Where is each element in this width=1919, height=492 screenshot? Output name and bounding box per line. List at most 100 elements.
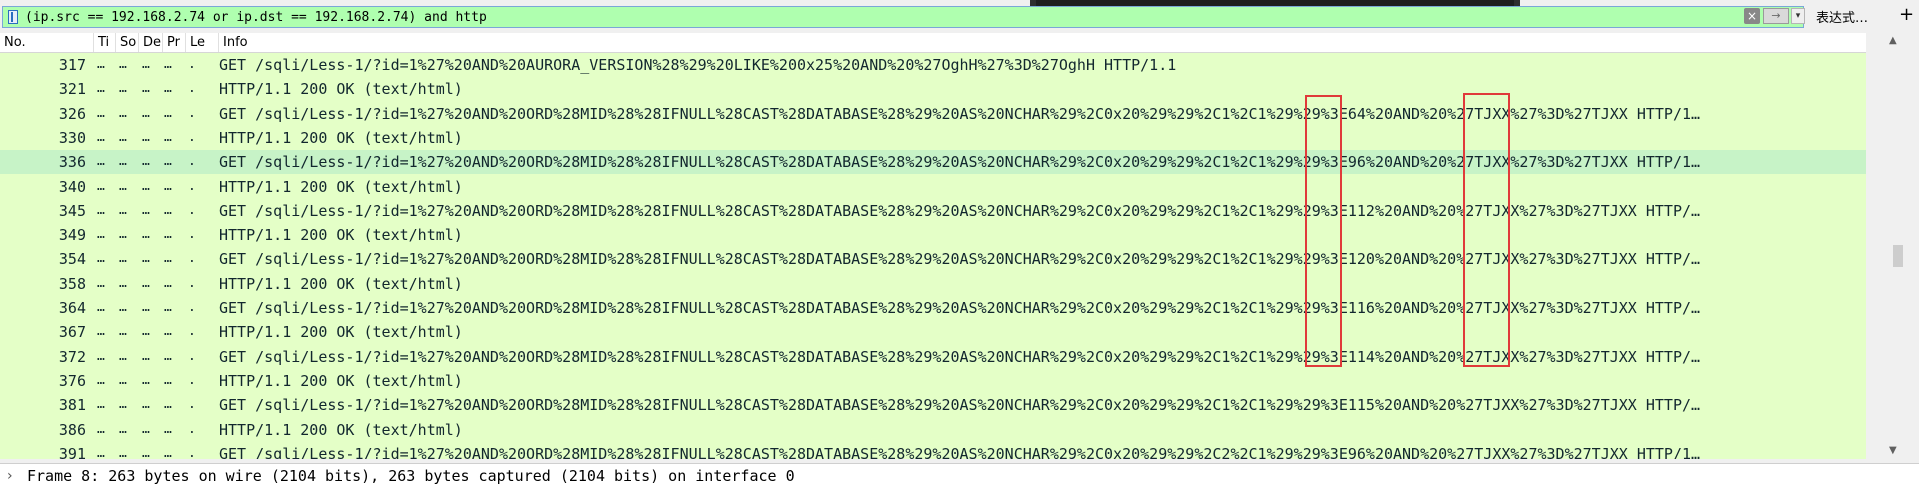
packet-row[interactable]: 354 … … … …. GET /sqli/Less-1/?id=1%27%20AND%…: [0, 247, 1866, 271]
truncated-cell: …: [97, 106, 105, 121]
truncated-cell: …: [164, 154, 172, 169]
packet-info: HTTP/1.1 200 OK (text/html): [219, 129, 463, 147]
truncated-cell: …: [119, 373, 127, 388]
packet-number: 386: [58, 421, 86, 439]
packet-info: GET /sqli/Less-1/?id=1%27%20AND%20ORD%28…: [219, 105, 1701, 123]
packet-row[interactable]: 372 … … … …. GET /sqli/Less-1/?id=1%27%20AND%…: [0, 345, 1866, 369]
packet-row[interactable]: 330 … … … …. HTTP/1.1 200 OK (text/html): [0, 126, 1866, 150]
truncated-cell: …: [97, 276, 105, 291]
packet-number: 321: [58, 80, 86, 98]
packet-row[interactable]: 381 … … … …. GET /sqli/Less-1/?id=1%27%20AND%…: [0, 393, 1866, 417]
truncated-cell: .: [188, 349, 196, 364]
truncated-cell: …: [142, 276, 150, 291]
expand-arrow-icon[interactable]: ›: [7, 468, 13, 484]
annotation-box-value: [1463, 93, 1510, 367]
packet-info: GET /sqli/Less-1/?id=1%27%20AND%20ORD%28…: [219, 153, 1701, 171]
packet-row[interactable]: 349 … … … …. HTTP/1.1 200 OK (text/html): [0, 223, 1866, 247]
packet-info: HTTP/1.1 200 OK (text/html): [219, 226, 463, 244]
add-filter-button[interactable]: +: [1899, 4, 1914, 25]
scroll-up-icon[interactable]: ▲: [1889, 35, 1897, 46]
truncated-cell: …: [119, 57, 127, 72]
packet-info: GET /sqli/Less-1/?id=1%27%20AND%20AURORA…: [219, 56, 1177, 74]
packet-row[interactable]: 317 … … … …. GET /sqli/Less-1/?id=1%27%20AND%…: [0, 53, 1866, 77]
truncated-cell: …: [142, 179, 150, 194]
packet-info: HTTP/1.1 200 OK (text/html): [219, 323, 463, 341]
packet-number: 364: [58, 299, 86, 317]
truncated-cell: …: [119, 154, 127, 169]
scrollbar-thumb[interactable]: [1893, 245, 1903, 267]
packet-info: HTTP/1.1 200 OK (text/html): [219, 372, 463, 390]
truncated-cell: …: [164, 130, 172, 145]
truncated-cell: …: [164, 397, 172, 412]
truncated-cell: …: [142, 130, 150, 145]
truncated-cell: …: [164, 251, 172, 266]
packet-info: HTTP/1.1 200 OK (text/html): [219, 178, 463, 196]
truncated-cell: …: [119, 397, 127, 412]
truncated-cell: …: [119, 106, 127, 121]
packet-row[interactable]: 367 … … … …. HTTP/1.1 200 OK (text/html): [0, 320, 1866, 344]
packet-row[interactable]: 364 … … … …. GET /sqli/Less-1/?id=1%27%20AND%…: [0, 296, 1866, 320]
display-filter-text[interactable]: (ip.src == 192.168.2.74 or ip.dst == 192…: [25, 9, 487, 26]
column-header-info[interactable]: Info: [219, 33, 1866, 52]
packet-list-scrollbar[interactable]: ▲ ▼: [1866, 33, 1919, 459]
truncated-cell: …: [164, 373, 172, 388]
truncated-cell: …: [164, 179, 172, 194]
packet-number: 317: [58, 56, 86, 74]
packet-row[interactable]: 391 … … … …. GET /sqli/Less-1/?id=1%27%20AND%…: [0, 442, 1866, 459]
truncated-cell: .: [188, 81, 196, 96]
truncated-cell: …: [142, 154, 150, 169]
packet-info: GET /sqli/Less-1/?id=1%27%20AND%20ORD%28…: [219, 348, 1701, 366]
truncated-cell: …: [164, 446, 172, 459]
packet-row[interactable]: 336 … … … …. GET /sqli/Less-1/?id=1%27%20AND%…: [0, 150, 1866, 174]
truncated-cell: …: [142, 203, 150, 218]
truncated-cell: …: [119, 446, 127, 459]
truncated-cell: …: [97, 203, 105, 218]
truncated-cell: …: [97, 57, 105, 72]
packet-row[interactable]: 340 … … … …. HTTP/1.1 200 OK (text/html): [0, 175, 1866, 199]
packet-list[interactable]: 317 … … … …. GET /sqli/Less-1/?id=1%27%20AND%…: [0, 53, 1866, 459]
packet-row[interactable]: 345 … … … …. GET /sqli/Less-1/?id=1%27%20AND%…: [0, 199, 1866, 223]
packet-number: 381: [58, 396, 86, 414]
truncated-cell: .: [188, 251, 196, 266]
frame-summary-item[interactable]: Frame 8: 263 bytes on wire (2104 bits), …: [27, 467, 795, 485]
truncated-cell: …: [142, 300, 150, 315]
truncated-cell: …: [119, 179, 127, 194]
column-header-protocol[interactable]: Pr: [163, 33, 186, 52]
packet-row[interactable]: 386 … … … …. HTTP/1.1 200 OK (text/html): [0, 418, 1866, 442]
packet-info: GET /sqli/Less-1/?id=1%27%20AND%20ORD%28…: [219, 202, 1701, 220]
column-header-length[interactable]: Le: [186, 33, 219, 52]
column-header-no[interactable]: No.: [0, 33, 94, 52]
packet-number: 354: [58, 250, 86, 268]
bookmark-icon[interactable]: [8, 10, 18, 24]
column-header-time[interactable]: Ti: [94, 33, 116, 52]
truncated-cell: …: [97, 251, 105, 266]
truncated-cell: …: [97, 349, 105, 364]
truncated-cell: …: [142, 373, 150, 388]
packet-list-header: No. Ti So De Pr Le Info: [0, 33, 1866, 53]
apply-filter-button[interactable]: →: [1763, 8, 1789, 24]
truncated-cell: .: [188, 203, 196, 218]
truncated-cell: …: [97, 422, 105, 437]
packet-number: 330: [58, 129, 86, 147]
column-header-destination[interactable]: De: [139, 33, 163, 52]
packet-details-pane: › Frame 8: 263 bytes on wire (2104 bits)…: [0, 463, 1919, 492]
truncated-cell: …: [97, 300, 105, 315]
packet-row[interactable]: 326 … … … …. GET /sqli/Less-1/?id=1%27%20AND%…: [0, 102, 1866, 126]
filter-history-dropdown[interactable]: ▾: [1791, 8, 1805, 24]
truncated-cell: .: [188, 373, 196, 388]
truncated-cell: …: [164, 300, 172, 315]
display-filter-input[interactable]: (ip.src == 192.168.2.74 or ip.dst == 192…: [2, 6, 1804, 28]
truncated-cell: …: [119, 130, 127, 145]
packet-row[interactable]: 358 … … … …. HTTP/1.1 200 OK (text/html): [0, 272, 1866, 296]
packet-row[interactable]: 321 … … … …. HTTP/1.1 200 OK (text/html): [0, 77, 1866, 101]
packet-number: 349: [58, 226, 86, 244]
truncated-cell: …: [119, 81, 127, 96]
truncated-cell: .: [188, 276, 196, 291]
column-header-source[interactable]: So: [116, 33, 139, 52]
scroll-down-icon[interactable]: ▼: [1889, 445, 1897, 456]
clear-filter-button[interactable]: ×: [1744, 8, 1760, 24]
packet-row[interactable]: 376 … … … …. HTTP/1.1 200 OK (text/html): [0, 369, 1866, 393]
truncated-cell: …: [142, 106, 150, 121]
truncated-cell: …: [119, 276, 127, 291]
expression-button[interactable]: 表达式…: [1816, 7, 1868, 26]
